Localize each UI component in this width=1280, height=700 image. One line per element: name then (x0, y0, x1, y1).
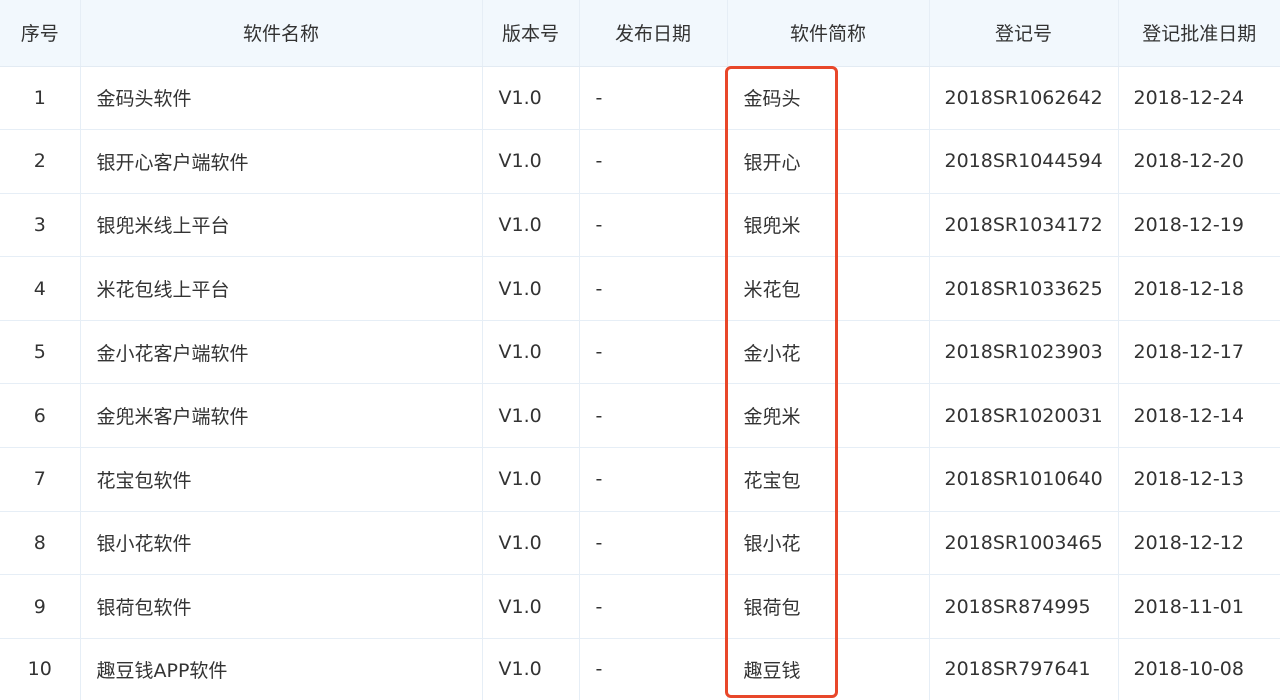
cell-release-date: - (579, 383, 728, 449)
table-header-row: 序号 软件名称 版本号 发布日期 软件简称 登记号 登记批准日期 (0, 0, 1280, 67)
table-row: 9 银荷包软件 V1.0 - 银荷包 2018SR874995 2018-11-… (0, 574, 1280, 639)
cell-version: V1.0 (482, 66, 580, 131)
cell-approval-date: 2018-12-18 (1118, 256, 1280, 321)
cell-name: 银荷包软件 (80, 574, 483, 639)
cell-no: 3 (0, 193, 81, 258)
cell-name: 花宝包软件 (80, 447, 483, 512)
cell-release-date: - (579, 638, 728, 700)
cell-short-name: 金小花 (727, 320, 930, 385)
cell-approval-date: 2018-12-24 (1118, 66, 1280, 131)
cell-approval-date: 2018-10-08 (1118, 638, 1280, 700)
cell-version: V1.0 (482, 638, 580, 700)
column-header-approval-date: 登记批准日期 (1118, 0, 1280, 67)
table-row: 4 米花包线上平台 V1.0 - 米花包 2018SR1033625 2018-… (0, 256, 1280, 321)
cell-name: 金兜米客户端软件 (80, 383, 483, 449)
cell-no: 8 (0, 511, 81, 576)
cell-approval-date: 2018-12-20 (1118, 129, 1280, 194)
cell-reg-no: 2018SR1062642 (929, 66, 1119, 131)
table-row: 10 趣豆钱APP软件 V1.0 - 趣豆钱 2018SR797641 2018… (0, 638, 1280, 700)
table-row: 1 金码头软件 V1.0 - 金码头 2018SR1062642 2018-12… (0, 66, 1280, 131)
cell-approval-date: 2018-12-14 (1118, 383, 1280, 449)
cell-name: 趣豆钱APP软件 (80, 638, 483, 700)
cell-no: 10 (0, 638, 81, 700)
cell-short-name: 米花包 (727, 256, 930, 321)
table-row: 2 银开心客户端软件 V1.0 - 银开心 2018SR1044594 2018… (0, 129, 1280, 194)
cell-reg-no: 2018SR1044594 (929, 129, 1119, 194)
cell-approval-date: 2018-12-19 (1118, 193, 1280, 258)
cell-release-date: - (579, 447, 728, 512)
column-header-version: 版本号 (482, 0, 580, 67)
column-header-reg-no: 登记号 (929, 0, 1119, 67)
column-header-short-name: 软件简称 (727, 0, 930, 67)
cell-approval-date: 2018-11-01 (1118, 574, 1280, 639)
software-registration-table: 序号 软件名称 版本号 发布日期 软件简称 登记号 登记批准日期 1 金码头软件… (0, 0, 1280, 700)
cell-name: 米花包线上平台 (80, 256, 483, 321)
cell-release-date: - (579, 66, 728, 131)
cell-no: 7 (0, 447, 81, 512)
cell-release-date: - (579, 320, 728, 385)
cell-reg-no: 2018SR1033625 (929, 256, 1119, 321)
cell-version: V1.0 (482, 383, 580, 449)
table-row: 7 花宝包软件 V1.0 - 花宝包 2018SR1010640 2018-12… (0, 447, 1280, 512)
cell-release-date: - (579, 511, 728, 576)
cell-reg-no: 2018SR1020031 (929, 383, 1119, 449)
cell-name: 金码头软件 (80, 66, 483, 131)
cell-short-name: 趣豆钱 (727, 638, 930, 700)
cell-name: 银开心客户端软件 (80, 129, 483, 194)
cell-no: 9 (0, 574, 81, 639)
cell-approval-date: 2018-12-12 (1118, 511, 1280, 576)
cell-release-date: - (579, 193, 728, 258)
column-header-name: 软件名称 (80, 0, 483, 67)
cell-no: 4 (0, 256, 81, 321)
table-row: 8 银小花软件 V1.0 - 银小花 2018SR1003465 2018-12… (0, 511, 1280, 576)
cell-reg-no: 2018SR1034172 (929, 193, 1119, 258)
cell-short-name: 银荷包 (727, 574, 930, 639)
cell-version: V1.0 (482, 574, 580, 639)
cell-short-name: 银开心 (727, 129, 930, 194)
cell-short-name: 金兜米 (727, 383, 930, 449)
cell-name: 银小花软件 (80, 511, 483, 576)
cell-no: 6 (0, 383, 81, 449)
table-row: 5 金小花客户端软件 V1.0 - 金小花 2018SR1023903 2018… (0, 320, 1280, 385)
cell-no: 5 (0, 320, 81, 385)
table-header: 序号 软件名称 版本号 发布日期 软件简称 登记号 登记批准日期 (0, 0, 1280, 67)
cell-reg-no: 2018SR1023903 (929, 320, 1119, 385)
cell-version: V1.0 (482, 129, 580, 194)
cell-reg-no: 2018SR1003465 (929, 511, 1119, 576)
cell-release-date: - (579, 574, 728, 639)
cell-short-name: 花宝包 (727, 447, 930, 512)
table-row: 3 银兜米线上平台 V1.0 - 银兜米 2018SR1034172 2018-… (0, 193, 1280, 258)
cell-version: V1.0 (482, 256, 580, 321)
column-header-no: 序号 (0, 0, 81, 67)
cell-release-date: - (579, 129, 728, 194)
software-registration-table-container: 序号 软件名称 版本号 发布日期 软件简称 登记号 登记批准日期 1 金码头软件… (0, 0, 1280, 700)
cell-approval-date: 2018-12-17 (1118, 320, 1280, 385)
cell-version: V1.0 (482, 511, 580, 576)
cell-short-name: 银小花 (727, 511, 930, 576)
cell-reg-no: 2018SR874995 (929, 574, 1119, 639)
table-body: 1 金码头软件 V1.0 - 金码头 2018SR1062642 2018-12… (0, 66, 1280, 700)
cell-version: V1.0 (482, 193, 580, 258)
cell-version: V1.0 (482, 447, 580, 512)
cell-no: 1 (0, 66, 81, 131)
cell-release-date: - (579, 256, 728, 321)
cell-name: 银兜米线上平台 (80, 193, 483, 258)
cell-no: 2 (0, 129, 81, 194)
table-row: 6 金兜米客户端软件 V1.0 - 金兜米 2018SR1020031 2018… (0, 383, 1280, 449)
cell-name: 金小花客户端软件 (80, 320, 483, 385)
column-header-release-date: 发布日期 (579, 0, 728, 67)
cell-reg-no: 2018SR797641 (929, 638, 1119, 700)
cell-version: V1.0 (482, 320, 580, 385)
cell-short-name: 银兜米 (727, 193, 930, 258)
cell-approval-date: 2018-12-13 (1118, 447, 1280, 512)
cell-reg-no: 2018SR1010640 (929, 447, 1119, 512)
cell-short-name: 金码头 (727, 66, 930, 131)
